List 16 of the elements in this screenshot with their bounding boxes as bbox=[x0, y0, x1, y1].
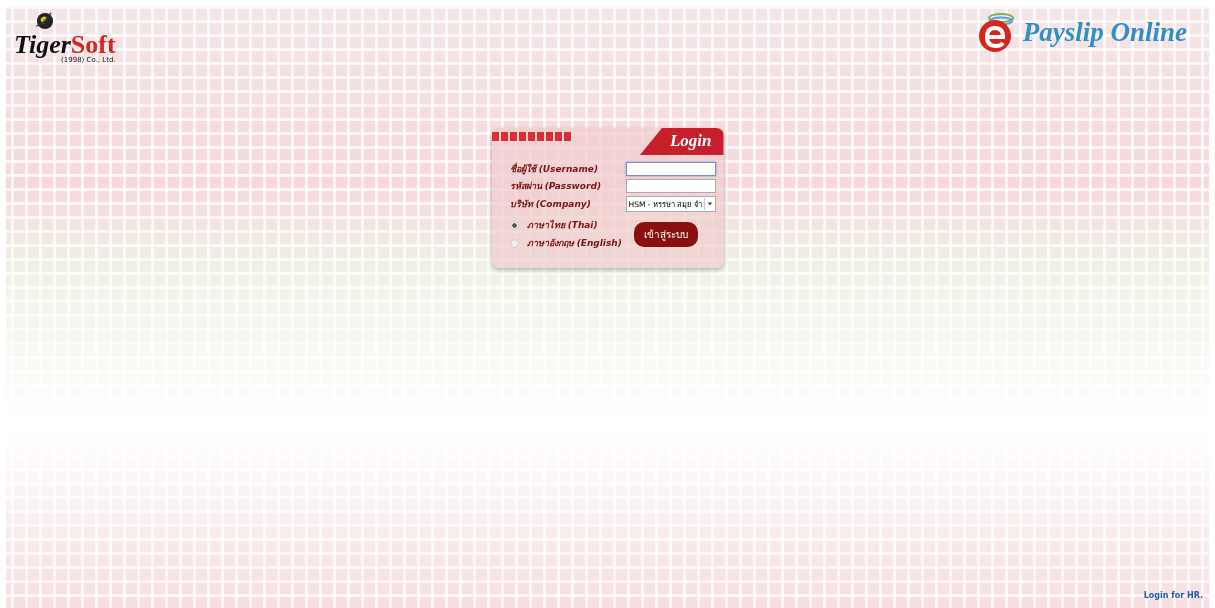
radio-button[interactable] bbox=[509, 220, 519, 230]
hr-login-link[interactable]: Login for HR. bbox=[1143, 591, 1203, 600]
field-label: ชื่อผู้ใช้ (Username) bbox=[509, 162, 599, 176]
app-title: Payslip Online bbox=[1022, 16, 1187, 48]
field-label: รหัสผ่าน (Password) bbox=[509, 180, 602, 193]
login-title: Login bbox=[639, 128, 724, 155]
language-option[interactable]: ภาษาไทย (Thai) bbox=[526, 218, 598, 232]
globe-icon bbox=[34, 10, 56, 32]
radio-button[interactable] bbox=[509, 238, 519, 248]
language-option[interactable]: ภาษาอังกฤษ (English) bbox=[526, 236, 622, 250]
password-field[interactable] bbox=[625, 179, 716, 193]
company-logo-text: TigerSoft bbox=[14, 32, 116, 58]
login-button[interactable]: เข้าสู่ระบบ bbox=[633, 221, 698, 247]
caret-icon bbox=[703, 198, 715, 210]
username-field[interactable] bbox=[625, 162, 716, 176]
field-label: บริษัท (Company) bbox=[509, 198, 591, 211]
